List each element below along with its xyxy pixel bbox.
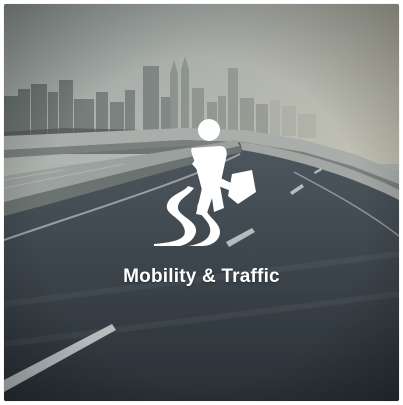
mobility-traffic-tile[interactable]: Mobility & Traffic [4,4,399,401]
road-traffic-worker-icon [154,119,256,246]
page: Mobility & Traffic [0,0,403,405]
tile-title: Mobility & Traffic [123,266,280,287]
